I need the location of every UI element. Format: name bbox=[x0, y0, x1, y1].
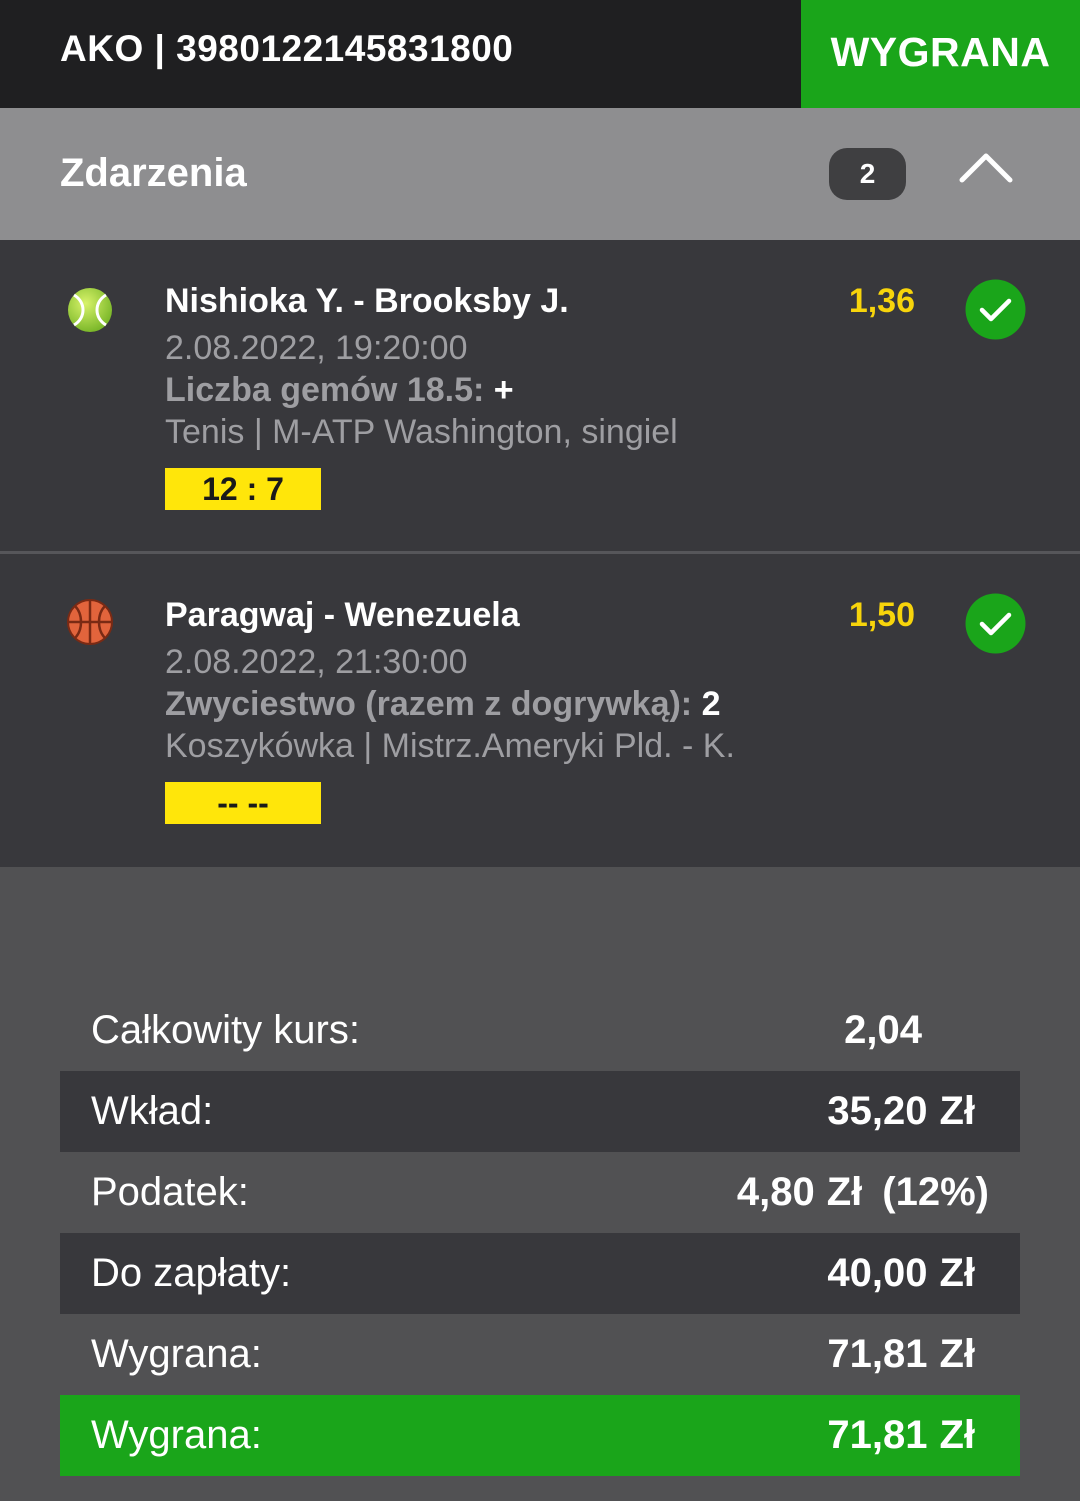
stake-value: 35,20 Zł bbox=[827, 1071, 975, 1152]
event-odds: 1,50 bbox=[848, 596, 915, 634]
event-odds: 1,36 bbox=[848, 282, 915, 320]
market-pick: + bbox=[493, 371, 514, 409]
summary-to-pay: Do zapłaty: 40,00 Zł bbox=[60, 1233, 1020, 1314]
event-name: Nishioka Y. - Brooksby J. bbox=[165, 282, 569, 320]
event-score: -- -- bbox=[165, 782, 321, 824]
event-score: 12 : 7 bbox=[165, 468, 321, 510]
market-label: Zwyciestwo (razem z dogrywką): bbox=[165, 685, 693, 723]
tax-label: Podatek: bbox=[91, 1170, 249, 1214]
final-win-value: 71,81 Zł bbox=[827, 1395, 975, 1476]
ticket-summary: Całkowity kurs: 2,04 Wkład: 35,20 Zł Poda… bbox=[60, 990, 1020, 1476]
to-pay-value: 40,00 Zł bbox=[827, 1233, 975, 1314]
chevron-up-icon[interactable] bbox=[958, 148, 1014, 184]
result-badge: WYGRANA bbox=[801, 0, 1080, 108]
stake-amount: 35,20 bbox=[827, 1089, 928, 1133]
to-pay-label: Do zapłaty: bbox=[91, 1251, 292, 1295]
tax-amount: 4,80 bbox=[736, 1170, 815, 1214]
stake-label: Wkład: bbox=[91, 1089, 214, 1133]
ticket-header: AKO | 3980122145831800 WYGRANA bbox=[0, 0, 1080, 108]
events-count-badge: 2 bbox=[829, 148, 906, 200]
event-date: 2.08.2022, 19:20:00 bbox=[165, 329, 468, 367]
tax-currency: Zł bbox=[826, 1170, 863, 1214]
market-label: Liczba gemów 18.5: bbox=[165, 371, 485, 409]
summary-stake: Wkład: 35,20 Zł bbox=[60, 1071, 1020, 1152]
event-item[interactable]: Paragwaj - Wenezuela 2.08.2022, 21:30:00… bbox=[0, 554, 1080, 867]
total-odds-value: 2,04 bbox=[844, 1008, 922, 1052]
final-win-label: Wygrana: bbox=[91, 1413, 262, 1457]
event-item[interactable]: Nishioka Y. - Brooksby J. 2.08.2022, 19:… bbox=[0, 240, 1080, 554]
win-amount: 71,81 bbox=[827, 1332, 928, 1376]
tax-value: 4,80 Zł (12%) bbox=[737, 1152, 989, 1233]
check-circle-icon bbox=[965, 279, 1026, 340]
events-section-header[interactable]: Zdarzenia 2 bbox=[0, 108, 1080, 240]
win-label: Wygrana: bbox=[91, 1332, 262, 1376]
event-market: Liczba gemów 18.5: + bbox=[165, 370, 514, 410]
stake-currency: Zł bbox=[939, 1089, 975, 1133]
events-list: Nishioka Y. - Brooksby J. 2.08.2022, 19:… bbox=[0, 240, 1080, 867]
basketball-icon bbox=[67, 599, 113, 645]
summary-total-odds: Całkowity kurs: 2,04 bbox=[60, 990, 1020, 1071]
check-circle-icon bbox=[965, 593, 1026, 654]
to-pay-amount: 40,00 bbox=[827, 1251, 928, 1295]
event-league: Koszykówka | Mistrz.Ameryki Pld. - K. bbox=[165, 727, 735, 765]
event-league: Tenis | M-ATP Washington, singiel bbox=[165, 413, 678, 451]
event-name: Paragwaj - Wenezuela bbox=[165, 596, 520, 634]
total-odds-label: Całkowity kurs: bbox=[91, 1008, 360, 1052]
tax-percent: (12%) bbox=[882, 1170, 989, 1214]
win-value: 71,81 Zł bbox=[827, 1314, 975, 1395]
final-win-amount: 71,81 bbox=[827, 1413, 928, 1457]
event-date: 2.08.2022, 21:30:00 bbox=[165, 643, 468, 681]
ticket-id: AKO | 3980122145831800 bbox=[60, 28, 514, 69]
summary-win: Wygrana: 71,81 Zł bbox=[60, 1314, 1020, 1395]
win-currency: Zł bbox=[939, 1332, 975, 1376]
final-win-currency: Zł bbox=[939, 1413, 975, 1457]
tennis-ball-icon bbox=[68, 288, 112, 332]
summary-tax: Podatek: 4,80 Zł (12%) bbox=[60, 1152, 1020, 1233]
event-market: Zwyciestwo (razem z dogrywką): 2 bbox=[165, 684, 721, 724]
section-title: Zdarzenia bbox=[60, 151, 247, 195]
market-pick: 2 bbox=[701, 685, 721, 723]
to-pay-currency: Zł bbox=[939, 1251, 975, 1295]
summary-final-win: Wygrana: 71,81 Zł bbox=[60, 1395, 1020, 1476]
